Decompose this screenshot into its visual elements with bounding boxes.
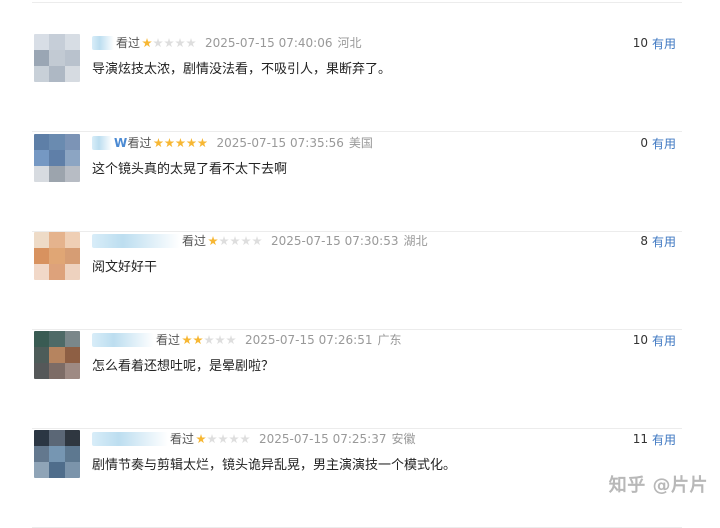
review-comment: 怎么看着还想吐呢，是晕剧啦？ [92, 359, 275, 374]
review-time: 2025-07-15 07:35:56 [216, 136, 344, 150]
rating-stars [142, 38, 197, 48]
useful-button[interactable]: 11 有用 [633, 430, 676, 448]
review-item: 看过 2025-07-15 07:30:53 湖北 阅文好好干 8 有用 [32, 232, 682, 330]
star-icon [175, 138, 186, 148]
blurred-username [92, 333, 154, 347]
avatar[interactable] [34, 331, 80, 379]
star-icon [197, 138, 208, 148]
watch-status: 看过 [182, 234, 207, 248]
watch-status: 看过 [156, 333, 181, 347]
review-item: 看过 2025-07-15 07:40:06 河北 导演炫技太浓，剧情没法看，不… [32, 34, 682, 132]
useful-label: 有用 [651, 234, 676, 249]
top-divider [32, 2, 682, 3]
useful-count: 0 [640, 136, 648, 150]
star-icon [204, 335, 214, 345]
rating-stars [153, 138, 208, 148]
star-icon [175, 38, 185, 48]
star-icon [229, 434, 239, 444]
review-meta: 看过 2025-07-15 07:26:51 广东 [92, 331, 401, 349]
avatar[interactable] [34, 430, 80, 478]
star-icon [241, 236, 251, 246]
review-item: 看过 2025-07-15 07:26:51 广东 怎么看着还想吐呢，是晕剧啦？… [32, 331, 682, 429]
review-location: 广东 [377, 333, 402, 347]
useful-label: 有用 [651, 432, 676, 447]
review-item: 看过 2025-07-15 07:25:37 安徽 剧情节奏与剪辑太烂，镜头诡异… [32, 430, 682, 528]
username-link[interactable] [92, 430, 170, 448]
star-icon [153, 38, 163, 48]
watch-status: 看过 [170, 432, 195, 446]
star-icon [218, 434, 228, 444]
star-icon [196, 434, 206, 444]
review-meta: W 看过 2025-07-15 07:35:56 美国 [92, 134, 373, 152]
review-time: 2025-07-15 07:30:53 [271, 234, 399, 248]
review-time: 2025-07-15 07:40:06 [205, 36, 333, 50]
review-comment: 这个镜头真的太晃了看不太下去啊 [92, 162, 288, 177]
review-location: 安徽 [391, 432, 416, 446]
star-icon [193, 335, 203, 345]
star-icon [219, 236, 229, 246]
star-icon [240, 434, 250, 444]
review-comment: 导演炫技太浓，剧情没法看，不吸引人，果断弃了。 [92, 62, 392, 77]
avatar[interactable] [34, 134, 80, 182]
review-location: 河北 [337, 36, 362, 50]
blurred-username [92, 36, 114, 50]
useful-count: 8 [640, 234, 648, 248]
useful-label: 有用 [651, 36, 676, 51]
review-list-page: 看过 2025-07-15 07:40:06 河北 导演炫技太浓，剧情没法看，不… [0, 0, 720, 528]
review-time: 2025-07-15 07:26:51 [245, 333, 373, 347]
useful-count: 10 [632, 333, 648, 347]
review-meta: 看过 2025-07-15 07:25:37 安徽 [92, 430, 415, 448]
username-link[interactable]: W [92, 134, 127, 152]
rating-stars [182, 335, 237, 345]
useful-label: 有用 [651, 333, 676, 348]
star-icon [164, 138, 175, 148]
username-link[interactable] [92, 34, 116, 52]
review-location: 湖北 [403, 234, 428, 248]
useful-button[interactable]: 10 有用 [633, 331, 676, 349]
review-time: 2025-07-15 07:25:37 [259, 432, 387, 446]
rating-stars [208, 236, 263, 246]
review-item: W 看过 2025-07-15 07:35:56 美国 这个镜头真的太晃了看不太… [32, 134, 682, 232]
star-icon [215, 335, 225, 345]
review-meta: 看过 2025-07-15 07:40:06 河北 [92, 34, 361, 52]
star-icon [207, 434, 217, 444]
avatar[interactable] [34, 232, 80, 280]
star-icon [208, 236, 218, 246]
star-icon [186, 38, 196, 48]
star-icon [182, 335, 192, 345]
star-icon [164, 38, 174, 48]
watch-status: 看过 [127, 136, 152, 150]
review-location: 美国 [348, 136, 373, 150]
useful-count: 11 [632, 432, 648, 446]
star-icon [186, 138, 197, 148]
avatar[interactable] [34, 34, 80, 82]
useful-button[interactable]: 0 有用 [640, 134, 676, 152]
useful-count: 10 [632, 36, 648, 50]
useful-button[interactable]: 10 有用 [633, 34, 676, 52]
review-comment: 剧情节奏与剪辑太烂，镜头诡异乱晃，男主演演技一个模式化。 [92, 458, 457, 473]
useful-label: 有用 [651, 136, 676, 151]
star-icon [153, 138, 164, 148]
useful-button[interactable]: 8 有用 [640, 232, 676, 250]
star-icon [230, 236, 240, 246]
star-icon [142, 38, 152, 48]
blurred-username [92, 432, 168, 446]
star-icon [252, 236, 262, 246]
review-comment: 阅文好好干 [92, 260, 158, 275]
username-link[interactable] [92, 331, 156, 349]
star-icon [226, 335, 236, 345]
rating-stars [196, 434, 251, 444]
watch-status: 看过 [116, 36, 141, 50]
blurred-username [92, 234, 180, 248]
username-link[interactable] [92, 232, 182, 250]
review-meta: 看过 2025-07-15 07:30:53 湖北 [92, 232, 427, 250]
watermark-text: 知乎 @片片 [608, 475, 708, 496]
blurred-username [92, 136, 112, 150]
